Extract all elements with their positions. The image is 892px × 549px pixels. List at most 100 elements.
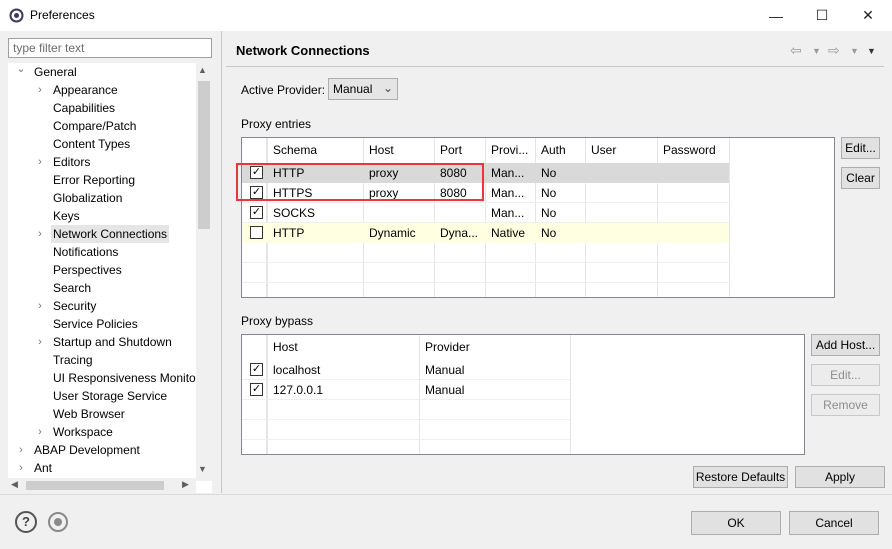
- chevron-down-icon[interactable]: ⌄: [16, 63, 26, 75]
- table-cell: No: [541, 206, 557, 220]
- proxy-entries-label: Proxy entries: [241, 117, 312, 131]
- tree-item[interactable]: Service Policies: [51, 315, 140, 333]
- tree-item[interactable]: Perspectives: [51, 261, 124, 279]
- proxy-bypass-label: Proxy bypass: [241, 314, 314, 328]
- active-provider-select[interactable]: Manual ⌄: [328, 78, 398, 100]
- table-row[interactable]: ✓ SOCKS Man... No: [242, 203, 729, 223]
- tree-item[interactable]: Compare/Patch: [51, 117, 138, 135]
- chevron-right-icon[interactable]: ›: [35, 84, 45, 96]
- tree-item[interactable]: Ant: [32, 459, 54, 477]
- chevron-right-icon[interactable]: ›: [35, 336, 45, 348]
- tree-item[interactable]: Startup and Shutdown: [51, 333, 174, 351]
- close-button[interactable]: ✕: [845, 0, 891, 31]
- table-cell: Man...: [491, 206, 525, 220]
- view-menu-icon[interactable]: ▼: [867, 46, 876, 56]
- scroll-down-icon[interactable]: ▼: [198, 464, 207, 474]
- proxy-entries-column-header[interactable]: User: [585, 138, 657, 162]
- tree-item[interactable]: Appearance: [51, 81, 120, 99]
- chevron-right-icon[interactable]: ›: [35, 228, 45, 240]
- tree-item[interactable]: Search: [51, 279, 93, 297]
- apply-button[interactable]: Apply: [795, 466, 885, 488]
- page-title: Network Connections: [236, 43, 370, 58]
- proxy-bypass-column-header[interactable]: Provider: [419, 335, 570, 359]
- edit-host-button[interactable]: Edit...: [811, 364, 880, 386]
- tree-item[interactable]: Tracing: [51, 351, 95, 369]
- record-icon[interactable]: [48, 512, 68, 532]
- row-checkbox[interactable]: ✓: [250, 383, 263, 396]
- chevron-right-icon[interactable]: ›: [16, 444, 26, 456]
- scroll-left-icon[interactable]: ◀: [11, 479, 18, 490]
- tree-item[interactable]: Editors: [51, 153, 92, 171]
- app-icon: [9, 8, 24, 23]
- preferences-tree: ⌄ General › Appearance Capabilities Compare/P…: [8, 63, 212, 493]
- add-host-button[interactable]: Add Host...: [811, 334, 880, 356]
- tree-item[interactable]: User Storage Service: [51, 387, 169, 405]
- table-cell: No: [541, 226, 557, 240]
- remove-host-button[interactable]: Remove: [811, 394, 880, 416]
- maximize-button[interactable]: ☐: [799, 0, 845, 31]
- tree-item[interactable]: Globalization: [51, 189, 124, 207]
- table-cell: localhost: [273, 363, 321, 377]
- table-row[interactable]: ✓ localhost Manual: [242, 360, 570, 380]
- tree-item[interactable]: Keys: [51, 207, 82, 225]
- forward-menu-icon[interactable]: ▼: [850, 46, 859, 56]
- forward-icon[interactable]: ⇨: [828, 42, 840, 59]
- clear-entry-button[interactable]: Clear: [841, 167, 880, 189]
- annotation-highlight: [236, 163, 484, 201]
- proxy-entries-column-header[interactable]: Provi...: [485, 138, 535, 162]
- restore-defaults-button[interactable]: Restore Defaults: [693, 466, 788, 488]
- tree-scroll-thumb[interactable]: [198, 81, 210, 229]
- window-title: Preferences: [30, 8, 95, 22]
- proxy-entries-column-header[interactable]: Port: [434, 138, 485, 162]
- tree-item[interactable]: Web Browser: [51, 405, 127, 423]
- scroll-up-icon[interactable]: ▲: [198, 65, 207, 75]
- table-cell: [585, 183, 657, 203]
- table-cell: Manual: [425, 383, 465, 397]
- chevron-right-icon[interactable]: ›: [16, 462, 26, 474]
- row-divider: [242, 419, 570, 420]
- back-icon[interactable]: ⇦: [790, 42, 802, 59]
- minimize-button[interactable]: —: [753, 0, 799, 31]
- tree-item[interactable]: Notifications: [51, 243, 120, 261]
- cancel-button[interactable]: Cancel: [789, 511, 879, 535]
- chevron-right-icon[interactable]: ›: [35, 300, 45, 312]
- proxy-bypass-table: Host Provider ✓ localhost Manual ✓ 127.0.0.1 Ma…: [241, 334, 805, 455]
- edit-entry-button[interactable]: Edit...: [841, 137, 880, 159]
- proxy-entries-column-header[interactable]: Schema: [267, 138, 363, 162]
- tree-item[interactable]: General: [32, 63, 79, 81]
- row-divider: [242, 439, 570, 440]
- chevron-right-icon[interactable]: ›: [35, 156, 45, 168]
- proxy-bypass-column-header[interactable]: Host: [267, 335, 419, 359]
- tree-item[interactable]: Content Types: [51, 135, 132, 153]
- chevron-right-icon[interactable]: ›: [35, 426, 45, 438]
- row-checkbox[interactable]: ✓: [250, 363, 263, 376]
- row-divider: [242, 262, 729, 263]
- row-checkbox[interactable]: [250, 226, 263, 239]
- help-icon[interactable]: ?: [15, 511, 37, 533]
- tree-item[interactable]: ABAP Development: [32, 441, 142, 459]
- table-cell: [585, 163, 657, 183]
- tree-item[interactable]: Network Connections: [51, 225, 170, 243]
- tree-item[interactable]: UI Responsiveness Monitori: [51, 369, 204, 387]
- row-checkbox[interactable]: ✓: [250, 206, 263, 219]
- filter-input[interactable]: type filter text: [8, 38, 212, 58]
- table-cell: Man...: [491, 166, 525, 180]
- scroll-right-icon[interactable]: ▶: [182, 479, 189, 490]
- tree-hscroll-thumb[interactable]: [26, 481, 164, 490]
- proxy-entries-column-header[interactable]: Auth: [535, 138, 585, 162]
- ok-button[interactable]: OK: [691, 511, 781, 535]
- tree-item[interactable]: Security: [51, 297, 98, 315]
- table-cell: SOCKS: [273, 206, 316, 220]
- tree-item[interactable]: Error Reporting: [51, 171, 137, 189]
- table-cell: Man...: [491, 186, 525, 200]
- panel-divider[interactable]: [221, 31, 222, 493]
- proxy-entries-column-header[interactable]: Host: [363, 138, 434, 162]
- tree-item[interactable]: Capabilities: [51, 99, 117, 117]
- tree-item[interactable]: Workspace: [51, 423, 115, 441]
- table-row[interactable]: ✓ 127.0.0.1 Manual: [242, 380, 570, 400]
- back-menu-icon[interactable]: ▼: [812, 46, 821, 56]
- header-separator: [226, 66, 884, 67]
- proxy-entries-column-header[interactable]: Password: [657, 138, 729, 162]
- table-row[interactable]: HTTP Dynamic Dyna... Native No: [242, 223, 729, 243]
- table-cell: 127.0.0.1: [273, 383, 324, 397]
